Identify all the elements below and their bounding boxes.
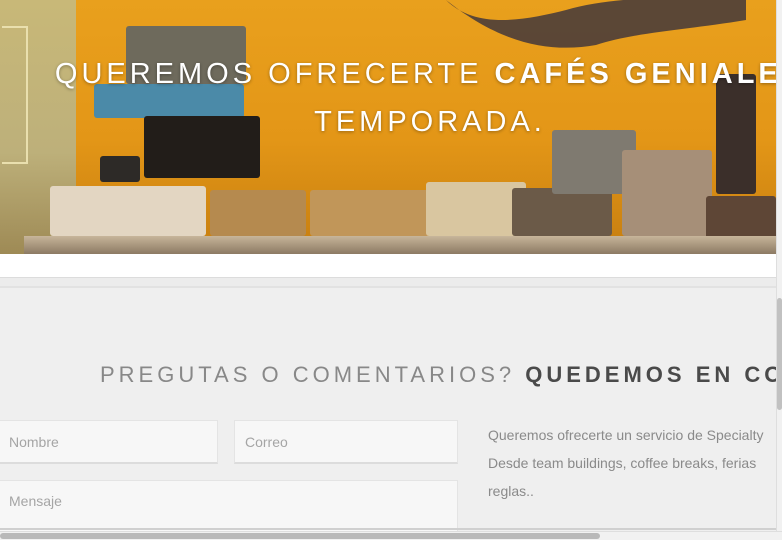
photo-wood-crate xyxy=(50,186,206,236)
contact-heading: PREGUTAS O COMENTARIOS? QUEDEMOS EN CONT… xyxy=(100,362,782,388)
photo-cake-stand xyxy=(426,182,526,236)
photo-cake-dome xyxy=(622,150,712,236)
page-viewport: QUEREMOS OFRECERTE CAFÉS GENIALES TEMPOR… xyxy=(0,0,782,540)
photo-basket-2 xyxy=(310,190,430,236)
contact-heading-bold: QUEDEMOS EN CONTACTO xyxy=(525,362,782,387)
horizontal-scrollbar[interactable] xyxy=(0,531,782,540)
photo-menu-board xyxy=(100,156,140,182)
wall-logo-graphic xyxy=(446,0,746,48)
hero-counter-shelf xyxy=(24,236,776,254)
vertical-scrollbar[interactable] xyxy=(776,0,782,540)
vertical-scrollbar-thumb[interactable] xyxy=(777,298,782,410)
hero-title-bold: CAFÉS GENIALES xyxy=(494,58,776,90)
horizontal-scrollbar-thumb[interactable] xyxy=(0,533,600,539)
hero-title-light: QUEREMOS OFRECERTE xyxy=(54,58,495,90)
contact-heading-light: PREGUTAS O COMENTARIOS? xyxy=(100,362,526,387)
hero-title: QUEREMOS OFRECERTE CAFÉS GENIALES TEMPOR… xyxy=(0,50,776,146)
hero-banner: QUEREMOS OFRECERTE CAFÉS GENIALES TEMPOR… xyxy=(0,0,776,254)
contact-section: PREGUTAS O COMENTARIOS? QUEDEMOS EN CONT… xyxy=(0,288,782,540)
page-bottom-border xyxy=(0,528,776,530)
contact-description: Queremos ofrecerte un servicio de Specia… xyxy=(488,427,764,499)
section-divider xyxy=(0,254,776,278)
email-input[interactable] xyxy=(234,420,458,464)
photo-basket xyxy=(210,190,306,236)
hero-title-line2: TEMPORADA. xyxy=(314,106,546,138)
photo-glass-dome xyxy=(512,188,612,236)
name-input[interactable] xyxy=(0,420,218,464)
